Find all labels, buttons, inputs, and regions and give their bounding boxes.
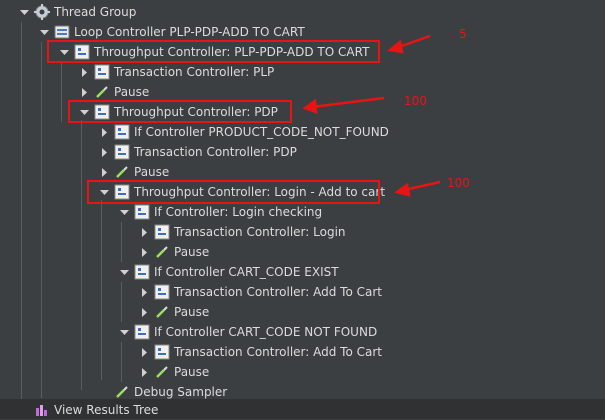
test-plan-tree: Thread Group Loop Controller PLP-PDP-ADD… — [0, 0, 605, 419]
annotation-label: 100 — [447, 176, 470, 190]
annotation-label: 100 — [404, 94, 427, 108]
annotation-label: 5 — [459, 27, 467, 41]
annotation-arrows — [302, 34, 441, 197]
